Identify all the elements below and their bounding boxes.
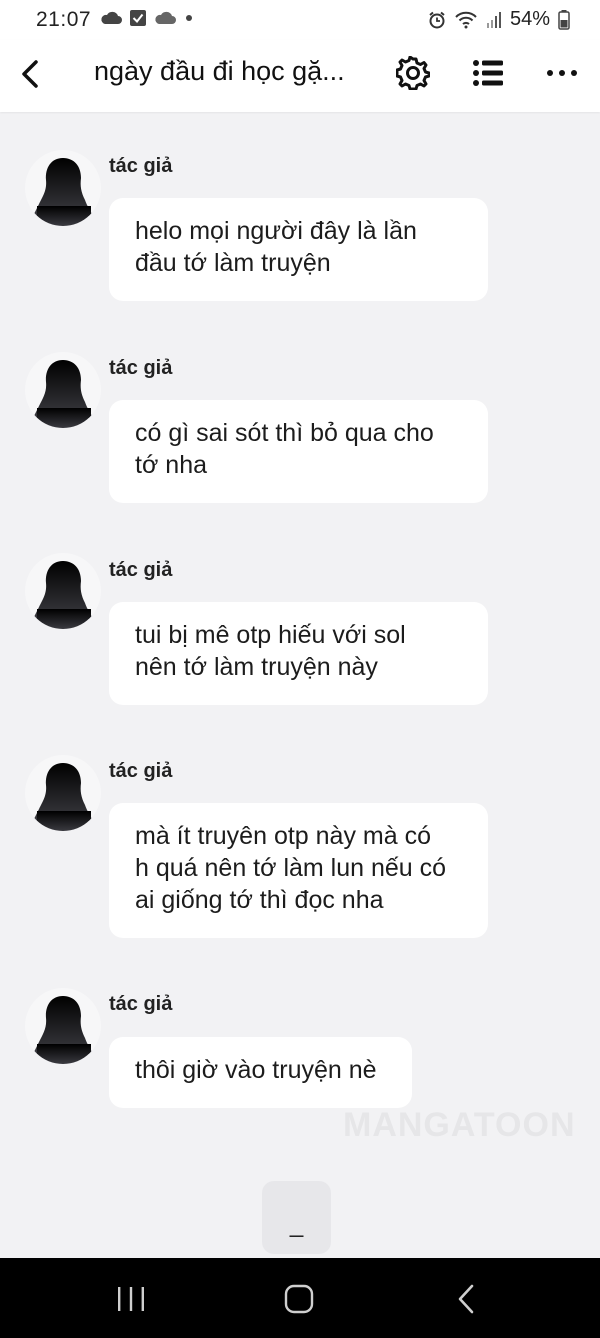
more-icon[interactable] [546, 68, 578, 78]
author-name: tác giả [109, 357, 173, 379]
avatar[interactable] [25, 352, 101, 428]
alarm-icon [429, 11, 445, 28]
app-header: ngày đầu đi học gặ... [0, 40, 600, 112]
author-name: tác giả [109, 760, 173, 782]
battery-percentage: 54% [509, 8, 550, 30]
silhouette-icon [33, 763, 93, 831]
home-icon[interactable] [284, 1284, 314, 1314]
back-icon[interactable] [14, 56, 46, 92]
author-name: tác giả [109, 559, 173, 581]
message-line: thôi giờ vào truyện nè [135, 1056, 377, 1084]
silhouette-icon [33, 158, 93, 226]
load-more-button[interactable]: _ [262, 1181, 331, 1254]
status-time: 21:07 [36, 8, 92, 31]
silhouette-icon [33, 996, 93, 1064]
watermark: MANGATOON [343, 1106, 576, 1144]
message-bubble[interactable]: thôi giờ vào truyện nè [109, 1037, 412, 1108]
avatar[interactable] [25, 988, 101, 1064]
avatar[interactable] [25, 553, 101, 629]
list-icon[interactable] [472, 58, 504, 88]
battery-icon [558, 9, 570, 30]
message-bubble[interactable]: mà ít truyên otp này mà có h quá nên tớ … [109, 803, 488, 938]
wifi-icon [455, 11, 477, 28]
page-title: ngày đầu đi học gặ... [94, 56, 345, 86]
signal-icon [486, 11, 501, 28]
message-bubble[interactable]: helo mọi người đây là lần đầu tớ làm tru… [109, 198, 488, 301]
message-line: h quá nên tớ làm lun nếu có [135, 854, 447, 882]
checkbox-icon [130, 10, 146, 26]
system-nav-bar [0, 1258, 600, 1338]
message-line: tui bị mê otp hiếu với sol [135, 621, 406, 649]
message-line: ai giống tớ thì đọc nha [135, 886, 384, 914]
avatar[interactable] [25, 150, 101, 226]
gear-icon[interactable] [396, 56, 430, 90]
author-name: tác giả [109, 155, 173, 177]
message-line: đầu tớ làm truyện [135, 249, 331, 277]
author-name: tác giả [109, 993, 173, 1015]
avatar[interactable] [25, 755, 101, 831]
system-icons: 54% [428, 8, 570, 31]
cloud-icon [101, 11, 122, 24]
cloud-icon [155, 11, 176, 24]
back-nav-icon[interactable] [456, 1284, 476, 1314]
message-bubble[interactable]: có gì sai sót thì bỏ qua cho tớ nha [109, 400, 488, 503]
notification-icons [100, 9, 194, 27]
status-bar: 21:07 54% [0, 0, 600, 40]
message-line: tớ nha [135, 451, 207, 479]
message-line: có gì sai sót thì bỏ qua cho [135, 419, 434, 447]
message-bubble[interactable]: tui bị mê otp hiếu với sol nên tớ làm tr… [109, 602, 488, 705]
silhouette-icon [33, 561, 93, 629]
dot-icon [186, 15, 192, 21]
message-line: mà ít truyên otp này mà có [135, 822, 431, 850]
message-line: helo mọi người đây là lần [135, 217, 417, 245]
silhouette-icon [33, 360, 93, 428]
message-line: nên tớ làm truyện này [135, 653, 378, 681]
recent-apps-icon[interactable] [116, 1286, 146, 1312]
